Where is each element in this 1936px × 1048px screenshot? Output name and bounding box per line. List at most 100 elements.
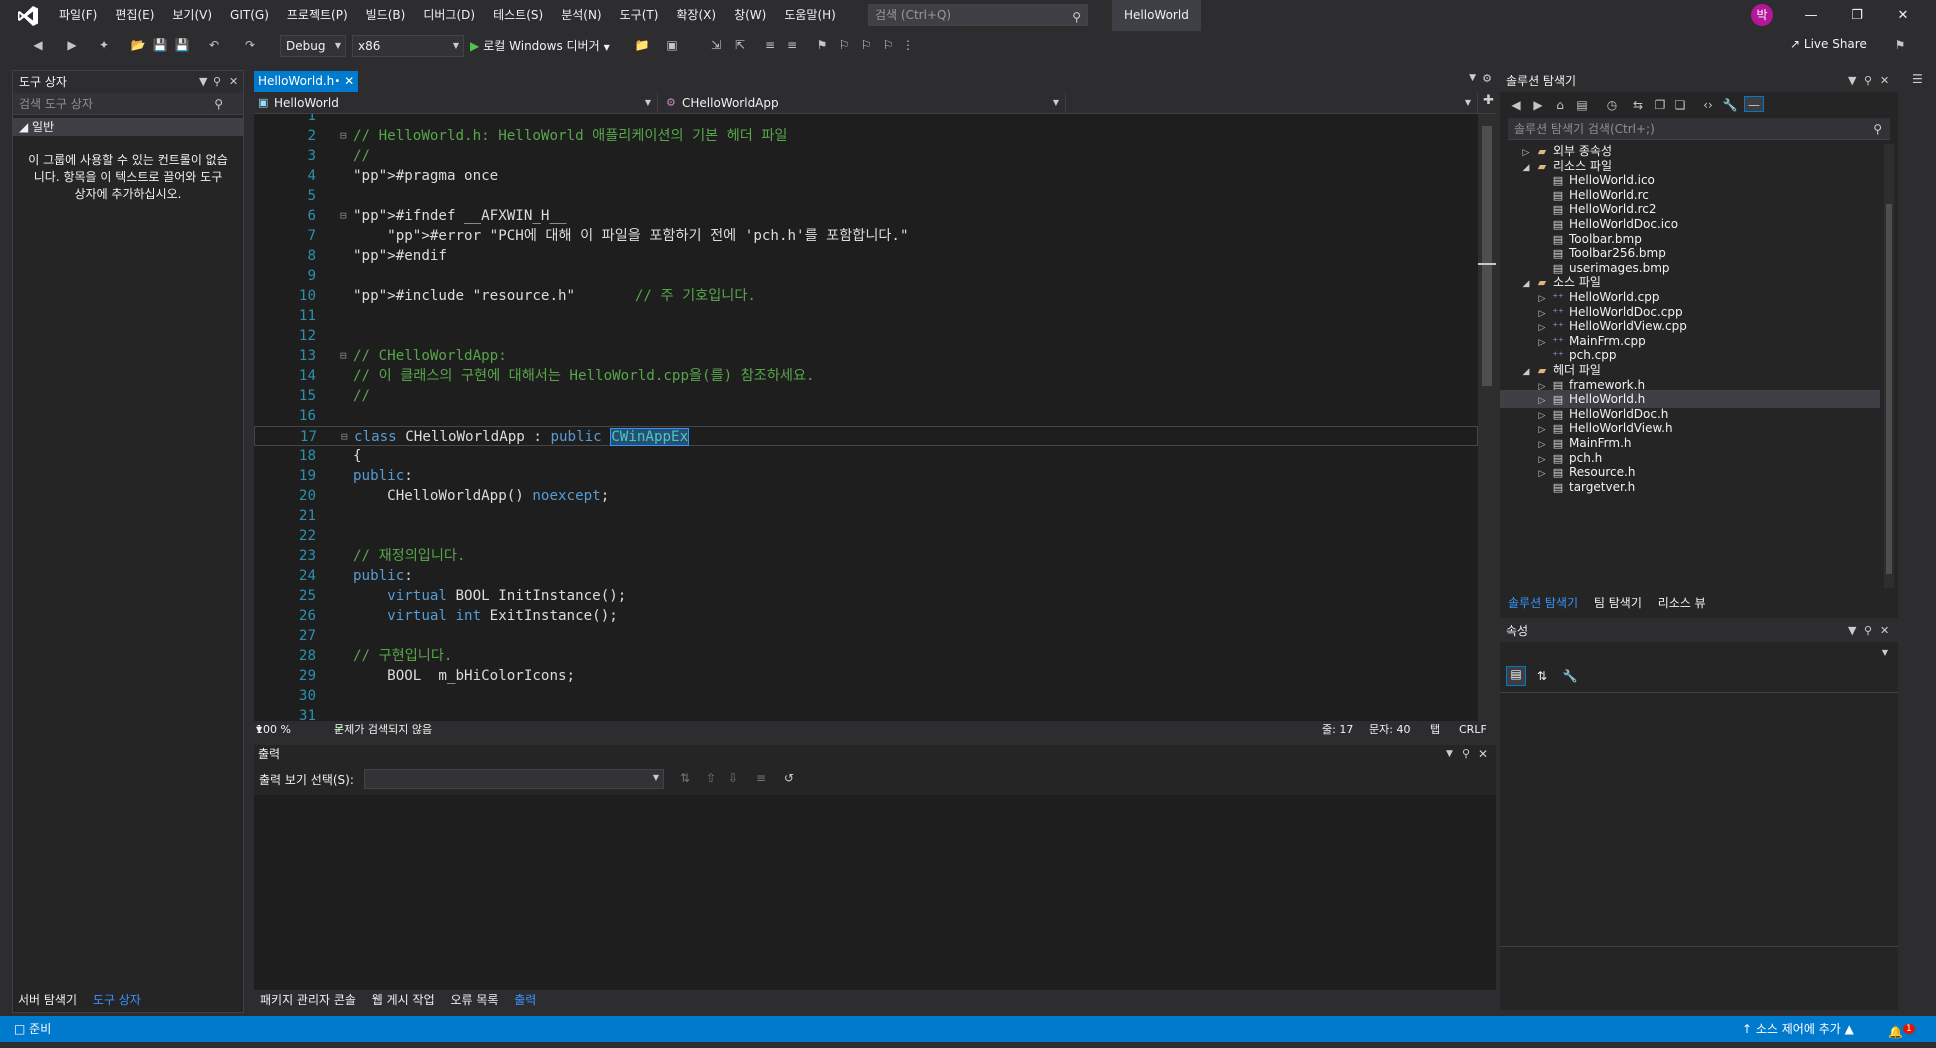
alphabetical-icon[interactable]: ⇅: [1532, 669, 1552, 683]
clear-bookmarks-icon[interactable]: ⚐: [880, 37, 896, 53]
gear-icon[interactable]: ⚙: [1482, 72, 1492, 85]
tab-team-explorer[interactable]: 팀 탐색기: [1588, 596, 1648, 610]
prev-message-icon[interactable]: ⇧: [706, 771, 716, 785]
menu-item[interactable]: 분석(N): [552, 0, 610, 31]
prev-bookmark-icon[interactable]: ⚐: [836, 37, 852, 53]
show-all-files-icon[interactable]: ❏: [1672, 97, 1688, 113]
close-icon[interactable]: ✕: [1880, 620, 1889, 642]
minimize-icon[interactable]: —: [1788, 0, 1834, 31]
menu-item[interactable]: 디버그(D): [414, 0, 484, 31]
code-line[interactable]: 1: [254, 114, 1478, 126]
code-line[interactable]: 4 "pp">#pragma once: [254, 166, 1478, 186]
tab-package-manager-console[interactable]: 패키지 관리자 콘솔: [254, 993, 362, 1007]
tab-error-list[interactable]: 오류 목록: [444, 993, 504, 1007]
browse-icon[interactable]: 📁: [634, 37, 650, 53]
close-icon[interactable]: ✕: [1478, 745, 1488, 763]
menu-item[interactable]: 보기(V): [163, 0, 221, 31]
column-number[interactable]: 문자: 40: [1369, 721, 1410, 739]
clear-all-icon[interactable]: ≡: [756, 771, 766, 785]
close-icon[interactable]: ✕: [229, 71, 238, 93]
scrollbar-thumb[interactable]: [1886, 204, 1892, 574]
code-line[interactable]: 10 "pp">#include "resource.h" // 주 기호입니다.: [254, 286, 1478, 306]
code-line[interactable]: 25 virtual BOOL InitInstance();: [254, 586, 1478, 606]
menu-item[interactable]: GIT(G): [221, 0, 278, 31]
screenshot-icon[interactable]: ▣: [664, 37, 680, 53]
save-icon[interactable]: 💾: [152, 37, 168, 53]
tab-solution-explorer[interactable]: 솔루션 탐색기: [1502, 596, 1584, 610]
menu-item[interactable]: 도구(T): [611, 0, 668, 31]
code-line[interactable]: 19 public:: [254, 466, 1478, 486]
redo-icon[interactable]: ↷: [242, 37, 258, 53]
project-scope-select[interactable]: ▣ HelloWorld ▼: [254, 93, 658, 113]
switch-view-icon[interactable]: ▤: [1574, 97, 1590, 113]
chevron-down-icon[interactable]: ▼: [1446, 745, 1453, 763]
configuration-select[interactable]: Debug ▼: [280, 35, 346, 57]
chevron-down-icon[interactable]: ▼: [1848, 620, 1856, 642]
pending-changes-icon[interactable]: ◷: [1604, 97, 1620, 113]
preview-selected-icon[interactable]: —: [1744, 96, 1764, 112]
indent-icon[interactable]: ≡: [762, 37, 778, 53]
outdent-icon[interactable]: ≡: [784, 37, 800, 53]
find-message-icon[interactable]: ⇅: [680, 771, 690, 785]
toolbox-search-input[interactable]: 검색 도구 상자 ⚲: [13, 93, 243, 115]
word-wrap-icon[interactable]: ↺: [784, 771, 794, 785]
code-line[interactable]: 21: [254, 506, 1478, 526]
menu-item[interactable]: 프로젝트(P): [278, 0, 357, 31]
sync-icon[interactable]: ⇆: [1630, 97, 1646, 113]
code-line[interactable]: 6 ⊟ "pp">#ifndef __AFXWIN_H__: [254, 206, 1478, 226]
code-line[interactable]: 15 //: [254, 386, 1478, 406]
code-line[interactable]: 2 ⊟ // HelloWorld.h: HelloWorld 애플리케이션의 기본…: [254, 126, 1478, 146]
notifications-button[interactable]: 🔔 1: [1888, 1016, 1915, 1045]
fold-toggle-icon[interactable]: ⊟: [341, 427, 348, 447]
split-editor-icon[interactable]: ✚: [1483, 93, 1494, 108]
next-message-icon[interactable]: ⇩: [728, 771, 738, 785]
code-line[interactable]: 27: [254, 626, 1478, 646]
forward-icon[interactable]: ▶: [64, 37, 80, 53]
code-line[interactable]: 24 public:: [254, 566, 1478, 586]
toolbar-overflow-icon[interactable]: ⋮: [900, 37, 916, 53]
add-source-control-button[interactable]: ↑ 소스 제어에 추가 ▲: [1742, 1016, 1854, 1042]
close-icon[interactable]: ✕: [1880, 70, 1889, 92]
code-line[interactable]: 23 // 재정의입니다.: [254, 546, 1478, 566]
start-debugging-button[interactable]: ▶ 로컬 Windows 디버거 ▼: [470, 35, 610, 57]
code-editor[interactable]: 1 2 ⊟// HelloWorld.h: HelloWorld 애플리케이션의 기…: [254, 114, 1478, 721]
pin-icon[interactable]: ⚲: [1864, 620, 1872, 642]
class-scope-select[interactable]: ⚙ CHelloWorldApp ▼: [662, 93, 1066, 113]
member-scope-select[interactable]: ▼: [1070, 93, 1478, 113]
pin-icon[interactable]: ⚲: [1462, 745, 1470, 763]
tree-file[interactable]: ▤ targetver.h: [1500, 478, 1880, 496]
step-over-icon[interactable]: ⇱: [732, 37, 748, 53]
next-bookmark-icon[interactable]: ⚐: [858, 37, 874, 53]
code-line[interactable]: 16: [254, 406, 1478, 426]
scrollbar-thumb[interactable]: [1482, 126, 1492, 386]
property-pages-icon[interactable]: 🔧: [1560, 669, 1580, 683]
save-all-icon[interactable]: 💾: [174, 37, 190, 53]
menu-item[interactable]: 빌드(B): [357, 0, 415, 31]
platform-select[interactable]: x86 ▼: [352, 35, 464, 57]
open-file-icon[interactable]: 📂: [130, 37, 146, 53]
user-avatar[interactable]: 박: [1751, 4, 1773, 26]
undo-icon[interactable]: ↶: [206, 37, 222, 53]
code-line[interactable]: 13 ⊟ // CHelloWorldApp:: [254, 346, 1478, 366]
restore-icon[interactable]: ❐: [1834, 0, 1880, 31]
new-project-icon[interactable]: ✦: [96, 37, 112, 53]
tab-output[interactable]: 출력: [508, 993, 542, 1007]
code-line[interactable]: 29 BOOL m_bHiColorIcons;: [254, 666, 1478, 686]
code-line[interactable]: 30: [254, 686, 1478, 706]
code-line[interactable]: 22: [254, 526, 1478, 546]
tab-resource-view[interactable]: 리소스 뷰: [1652, 596, 1712, 610]
code-line[interactable]: 11: [254, 306, 1478, 326]
home-icon[interactable]: ⌂: [1552, 97, 1568, 113]
properties-grid[interactable]: [1500, 692, 1898, 942]
step-into-icon[interactable]: ⇲: [708, 37, 724, 53]
live-share-button[interactable]: ↗ Live Share: [1790, 37, 1867, 51]
notifications-panel-icon[interactable]: ☰: [1912, 72, 1923, 86]
code-line[interactable]: 26 virtual int ExitInstance();: [254, 606, 1478, 626]
solution-scrollbar[interactable]: [1884, 144, 1894, 588]
feedback-icon[interactable]: ⚑: [1892, 37, 1908, 53]
fold-toggle-icon[interactable]: ⊟: [340, 346, 347, 366]
editor-scrollbar[interactable]: [1478, 114, 1496, 721]
pin-icon[interactable]: •: [334, 71, 340, 92]
code-line[interactable]: 5: [254, 186, 1478, 206]
pin-icon[interactable]: ⚲: [213, 71, 221, 93]
